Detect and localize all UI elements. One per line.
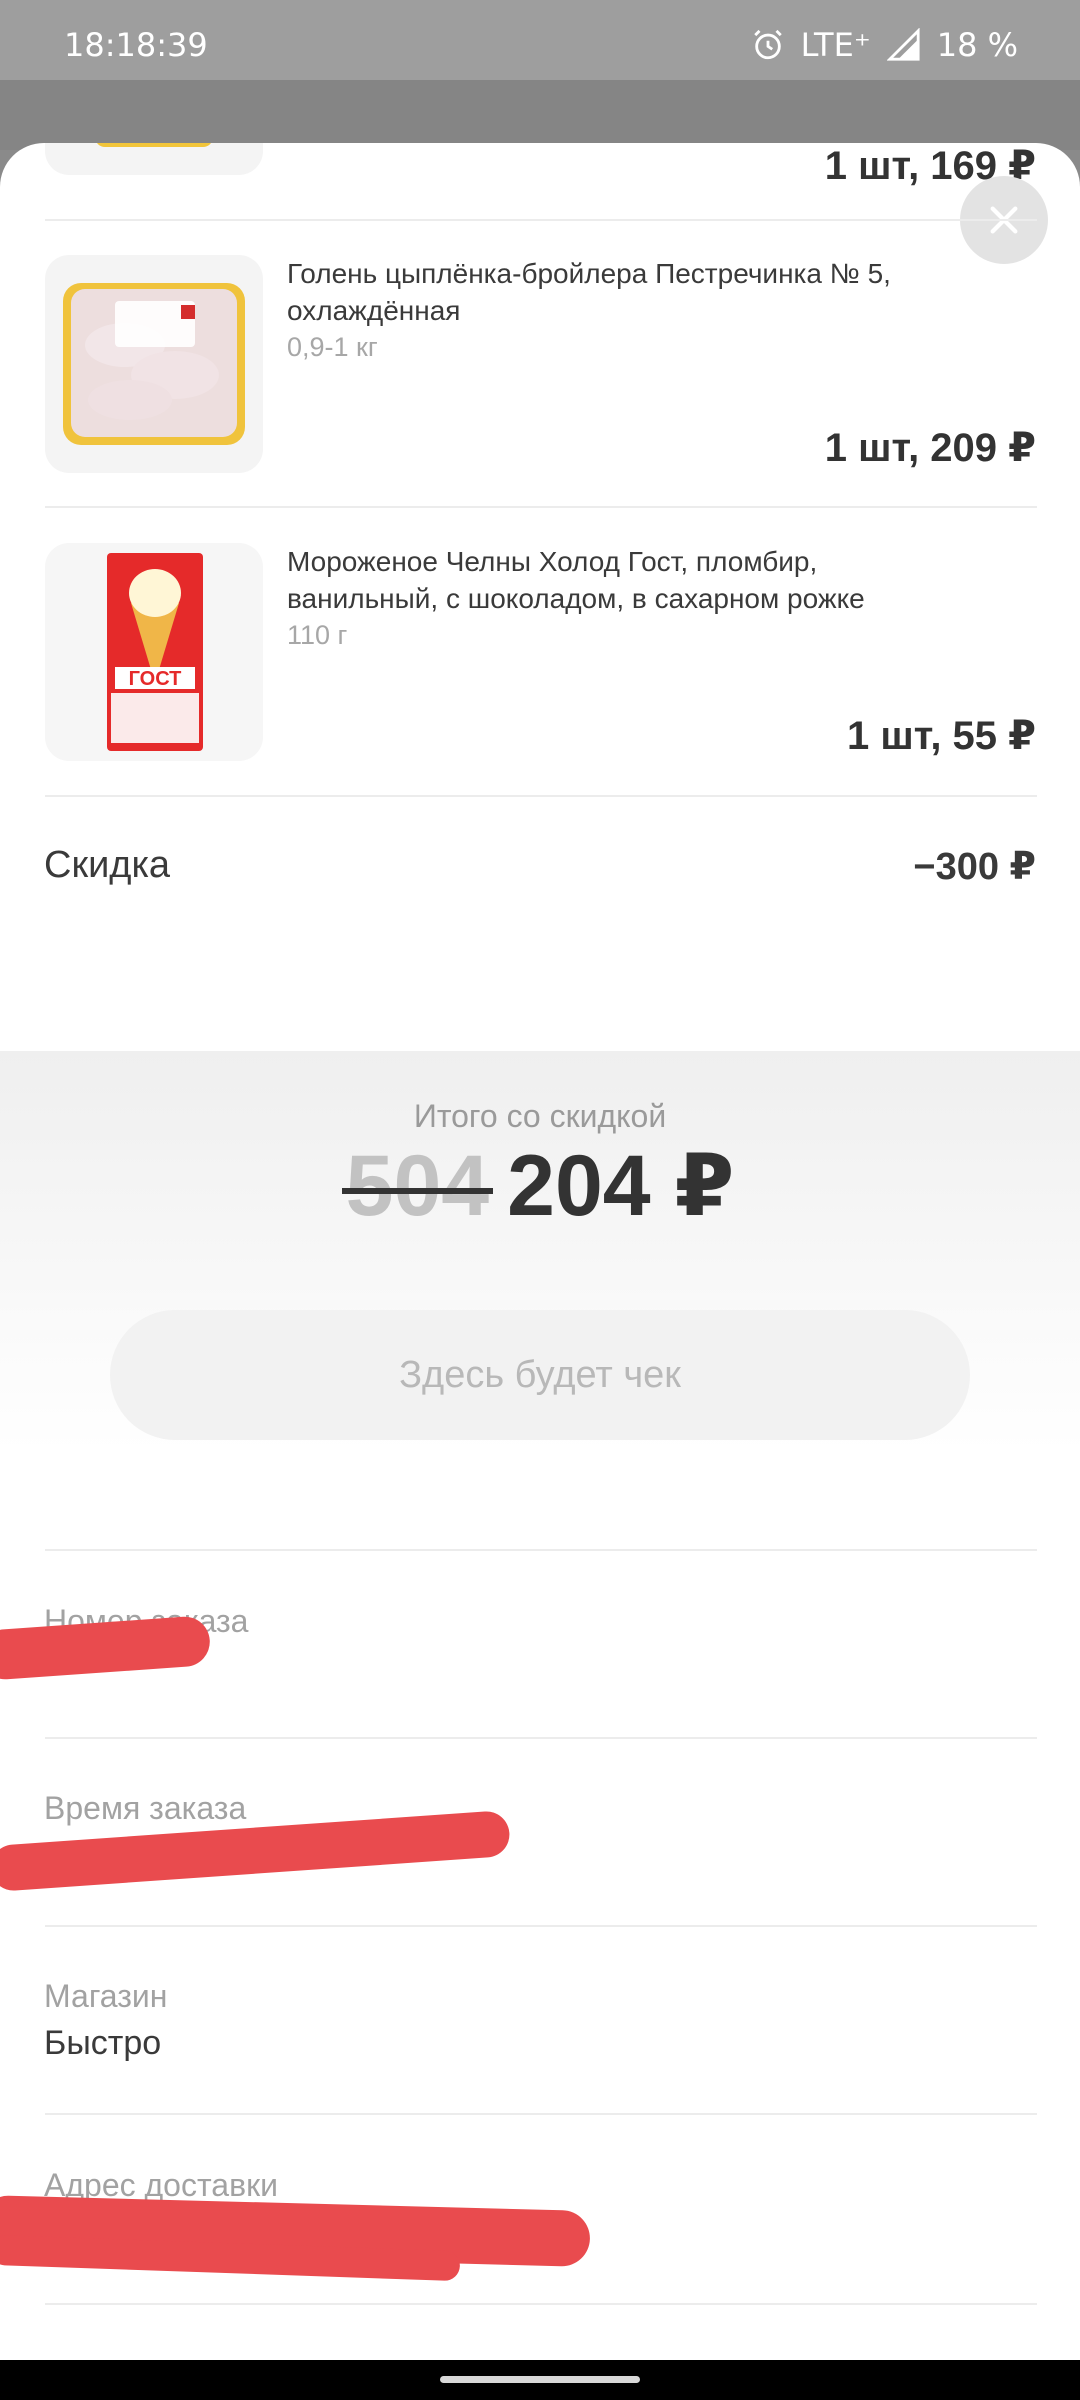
discount-value: −300 ₽ xyxy=(913,846,1036,888)
order-time-label: Время заказа xyxy=(44,1790,247,1826)
divider xyxy=(45,1549,1037,1551)
divider xyxy=(45,2113,1037,2115)
item-weight: 110 г xyxy=(287,620,348,650)
product-image xyxy=(45,143,263,175)
divider xyxy=(45,795,1037,797)
alarm-icon xyxy=(753,29,782,60)
signal-icon xyxy=(886,28,920,61)
home-gesture-handle[interactable] xyxy=(440,2376,640,2383)
svg-text:ГОСТ: ГОСТ xyxy=(129,668,182,690)
divider xyxy=(45,219,1037,221)
redaction-mark xyxy=(0,1615,212,1681)
store-label: Магазин xyxy=(44,1978,168,2014)
divider xyxy=(45,2303,1037,2305)
item-weight: 0,9-1 кг xyxy=(287,332,378,362)
divider xyxy=(45,506,1037,508)
item-price: 1 шт, 209 ₽ xyxy=(824,426,1036,470)
item-price: 1 шт, 55 ₽ xyxy=(847,714,1036,758)
network-type: LTE⁺ xyxy=(800,26,871,64)
receipt-button[interactable]: Здесь будет чек xyxy=(110,1310,970,1440)
product-image: ГОСТ xyxy=(45,543,263,761)
store-value: Быстро xyxy=(44,2024,162,2062)
dimmed-background xyxy=(0,80,1080,150)
new-price: 204 ₽ xyxy=(507,1138,735,1234)
old-price: 504 xyxy=(345,1138,490,1234)
divider xyxy=(45,1737,1037,1739)
status-time: 18:18:39 xyxy=(64,26,208,64)
total-amount: 504 204 ₽ xyxy=(0,1136,1080,1236)
divider xyxy=(45,1925,1037,1927)
discount-label: Скидка xyxy=(44,844,171,886)
product-image xyxy=(45,255,263,473)
item-name: Голень цыплёнка-бройлера Пестречинка № 5… xyxy=(287,258,891,326)
order-details-sheet[interactable]: 1 шт, 169 ₽ Голень цыплёнка-бройлера Пес… xyxy=(0,143,1080,2360)
status-bar: 18:18:39 LTE⁺ 18 % xyxy=(0,0,1080,80)
status-icons: LTE⁺ 18 % xyxy=(751,26,1018,64)
total-label: Итого со скидкой xyxy=(413,1098,667,1134)
item-name: Мороженое Челны Холод Гост, пломбир, ван… xyxy=(287,546,865,614)
battery-level: 18 % xyxy=(936,26,1018,64)
